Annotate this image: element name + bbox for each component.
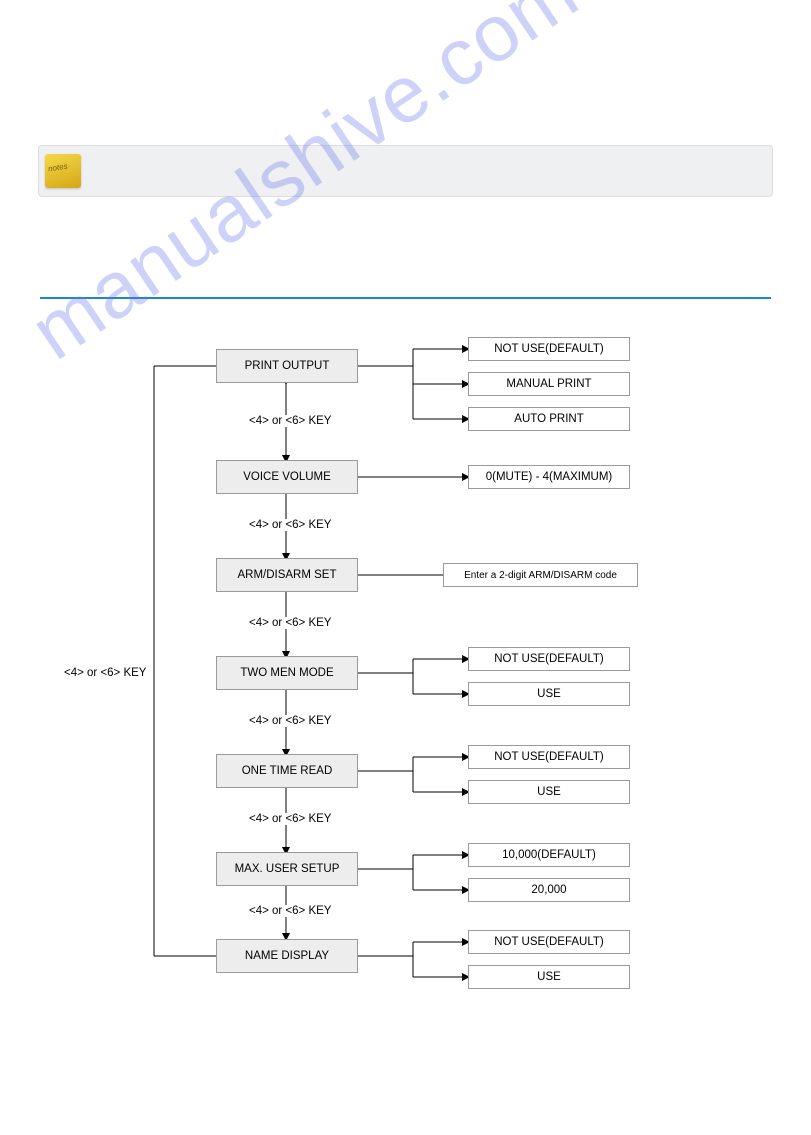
nav-label: <4> or <6> KEY [247, 617, 333, 629]
opt-arm-code: Enter a 2-digit ARM/DISARM code [443, 563, 638, 587]
opt-use: USE [468, 780, 630, 804]
diagram-connectors [38, 331, 773, 1051]
opt-10000: 10,000(DEFAULT) [468, 843, 630, 867]
opt-use: USE [468, 682, 630, 706]
nav-label: <4> or <6> KEY [247, 415, 333, 427]
node-arm-disarm-set: ARM/DISARM SET [216, 558, 358, 592]
opt-manual-print: MANUAL PRINT [468, 372, 630, 396]
nav-label: <4> or <6> KEY [247, 813, 333, 825]
node-max-user-setup: MAX. USER SETUP [216, 852, 358, 886]
flow-diagram: manualshive.com [38, 331, 773, 1051]
side-nav-label: <4> or <6> KEY [64, 667, 146, 679]
notes-icon [45, 154, 81, 188]
opt-not-use: NOT USE(DEFAULT) [468, 745, 630, 769]
nav-label: <4> or <6> KEY [247, 715, 333, 727]
note-banner [38, 145, 773, 197]
opt-auto-print: AUTO PRINT [468, 407, 630, 431]
node-voice-volume: VOICE VOLUME [216, 460, 358, 494]
node-print-output: PRINT OUTPUT [216, 349, 358, 383]
nav-label: <4> or <6> KEY [247, 519, 333, 531]
opt-not-use: NOT USE(DEFAULT) [468, 930, 630, 954]
opt-20000: 20,000 [468, 878, 630, 902]
section-divider [40, 297, 771, 299]
node-one-time-read: ONE TIME READ [216, 754, 358, 788]
opt-use: USE [468, 965, 630, 989]
node-two-men-mode: TWO MEN MODE [216, 656, 358, 690]
opt-not-use: NOT USE(DEFAULT) [468, 337, 630, 361]
opt-not-use: NOT USE(DEFAULT) [468, 647, 630, 671]
opt-volume-range: 0(MUTE) - 4(MAXIMUM) [468, 465, 630, 489]
nav-label: <4> or <6> KEY [247, 905, 333, 917]
node-name-display: NAME DISPLAY [216, 939, 358, 973]
